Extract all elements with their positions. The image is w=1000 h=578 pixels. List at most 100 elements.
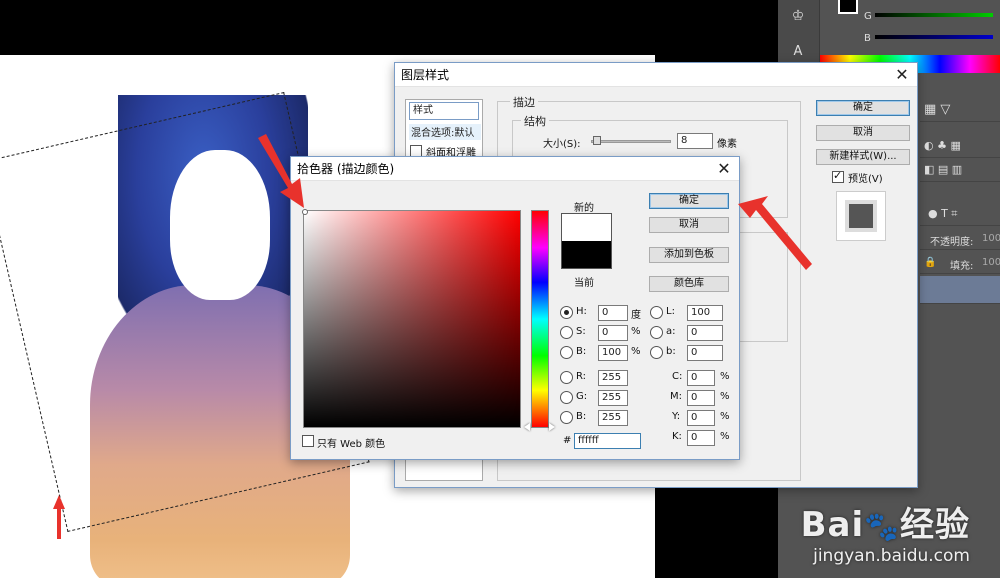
label-g: G:	[576, 391, 588, 402]
input-y[interactable]: 0	[687, 410, 715, 426]
style-icons-row: ◧ ▤ ▥	[920, 160, 1000, 182]
current-color-swatch[interactable]	[561, 241, 612, 269]
lock-icon[interactable]: 🔒	[924, 257, 936, 268]
label-r: R:	[576, 371, 587, 382]
size-slider[interactable]	[591, 140, 671, 143]
new-color-label: 新的	[574, 203, 594, 214]
color-picker-titlebar[interactable]: 拾色器 (描边颜色)	[291, 157, 739, 181]
radio-r[interactable]	[560, 371, 573, 384]
fill-row: 🔒 填充: 100	[920, 252, 1000, 274]
filter-icons[interactable]: ● T ⌗	[928, 207, 958, 221]
layer-style-ok-button[interactable]: 确定	[816, 100, 910, 116]
size-slider-thumb[interactable]	[593, 136, 601, 145]
new-color-swatch	[561, 213, 612, 241]
color-label-g: G	[864, 11, 872, 22]
layer-style-title: 图层样式	[401, 68, 450, 82]
tools-column: ♔ A	[778, 0, 820, 70]
size-input[interactable]: 8	[677, 133, 713, 149]
hue-marker-right-icon[interactable]	[549, 423, 555, 431]
unit-h: 度	[631, 310, 641, 321]
input-a[interactable]: 0	[687, 325, 723, 341]
label-s: S:	[576, 326, 586, 337]
radio-g[interactable]	[560, 391, 573, 404]
picker-cancel-button[interactable]: 取消	[649, 217, 729, 233]
input-c[interactable]: 0	[687, 370, 715, 386]
unit-c: %	[720, 371, 730, 382]
fill-label: 填充:	[950, 261, 974, 272]
input-g[interactable]: 255	[598, 390, 628, 406]
input-m[interactable]: 0	[687, 390, 715, 406]
selected-layer-row[interactable]	[920, 276, 1000, 304]
layer-style-titlebar[interactable]: 图层样式	[395, 63, 917, 87]
text-tool-icon[interactable]: A	[788, 44, 808, 64]
style-icons[interactable]: ◧ ▤ ▥	[924, 163, 962, 176]
label-h: H:	[576, 306, 587, 317]
size-label: 大小(S):	[543, 139, 581, 150]
opacity-value[interactable]: 100	[982, 233, 1000, 244]
layer-style-cancel-button[interactable]: 取消	[816, 125, 910, 141]
new-style-button[interactable]: 新建样式(W)...	[816, 149, 910, 165]
structure-group-label: 结构	[521, 113, 549, 129]
add-to-swatches-button[interactable]: 添加到色板	[649, 247, 729, 263]
label-l: L:	[666, 306, 675, 317]
radio-s[interactable]	[560, 326, 573, 339]
radio-b[interactable]	[560, 346, 573, 359]
radio-blue[interactable]	[560, 411, 573, 424]
blue-slider[interactable]	[875, 35, 993, 39]
stroke-group-label: 描边	[510, 94, 538, 110]
picker-ok-button[interactable]: 确定	[649, 193, 729, 209]
size-unit: 像素	[717, 139, 737, 150]
color-label-b: B	[864, 33, 871, 44]
label-k: K:	[672, 431, 682, 442]
preview-checkbox[interactable]	[832, 169, 844, 183]
fill-value[interactable]: 100	[982, 257, 1000, 268]
input-k[interactable]: 0	[687, 430, 715, 446]
input-s[interactable]: 0	[598, 325, 628, 341]
input-r[interactable]: 255	[598, 370, 628, 386]
label-m: M:	[670, 391, 682, 402]
input-l[interactable]: 100	[687, 305, 723, 321]
radio-l[interactable]	[650, 306, 663, 319]
paw-icon: 🐾	[864, 510, 900, 543]
opacity-label: 不透明度:	[930, 237, 974, 248]
swatch-icons[interactable]: ▦ ▽	[924, 102, 950, 117]
hue-slider[interactable]	[531, 210, 549, 428]
unit-y: %	[720, 411, 730, 422]
watermark-brand: Bai	[800, 505, 865, 545]
radio-lab-b[interactable]	[650, 346, 663, 359]
foreground-swatch[interactable]	[838, 0, 858, 14]
green-slider[interactable]	[875, 13, 993, 17]
close-icon[interactable]: ✕	[893, 66, 911, 84]
stamp-tool-icon[interactable]: ♔	[788, 8, 808, 28]
adjustment-icons-row: ◐ ♣ ▦	[920, 136, 1000, 158]
red-arrow-to-ok-icon	[738, 196, 812, 270]
label-y: Y:	[672, 411, 681, 422]
input-lab-b[interactable]: 0	[687, 345, 723, 361]
sidebar-styles-header[interactable]: 样式	[409, 102, 479, 120]
input-brightness[interactable]: 100	[598, 345, 628, 361]
unit-b: %	[631, 346, 641, 357]
adjustment-icons[interactable]: ◐ ♣ ▦	[924, 139, 961, 152]
input-h[interactable]: 0	[598, 305, 628, 321]
web-only-checkbox[interactable]	[302, 435, 314, 447]
color-libraries-button[interactable]: 颜色库	[649, 276, 729, 292]
radio-h[interactable]	[560, 306, 573, 319]
hue-marker-left-icon[interactable]	[524, 423, 530, 431]
preview-label: 预览(V)	[848, 174, 883, 185]
label-blue: B:	[576, 411, 587, 422]
watermark-url: jingyan.baidu.com	[813, 546, 970, 566]
color-picker-title: 拾色器 (描边颜色)	[297, 162, 395, 176]
color-picker-close-icon[interactable]: ✕	[715, 160, 733, 178]
sidebar-blend-options[interactable]: 混合选项:默认	[409, 124, 481, 140]
hex-input[interactable]: ffffff	[574, 433, 641, 449]
red-arrow-to-field-icon	[258, 134, 304, 208]
input-blue[interactable]: 255	[598, 410, 628, 426]
unit-k: %	[720, 431, 730, 442]
layer-toolbar-row: ▦ ▽	[920, 100, 1000, 122]
hex-label: #	[563, 435, 572, 446]
radio-a[interactable]	[650, 326, 663, 339]
unit-s: %	[631, 326, 641, 337]
saturation-brightness-field[interactable]	[303, 210, 521, 428]
label-c: C:	[672, 371, 683, 382]
red-arrow-up-icon	[53, 495, 65, 539]
